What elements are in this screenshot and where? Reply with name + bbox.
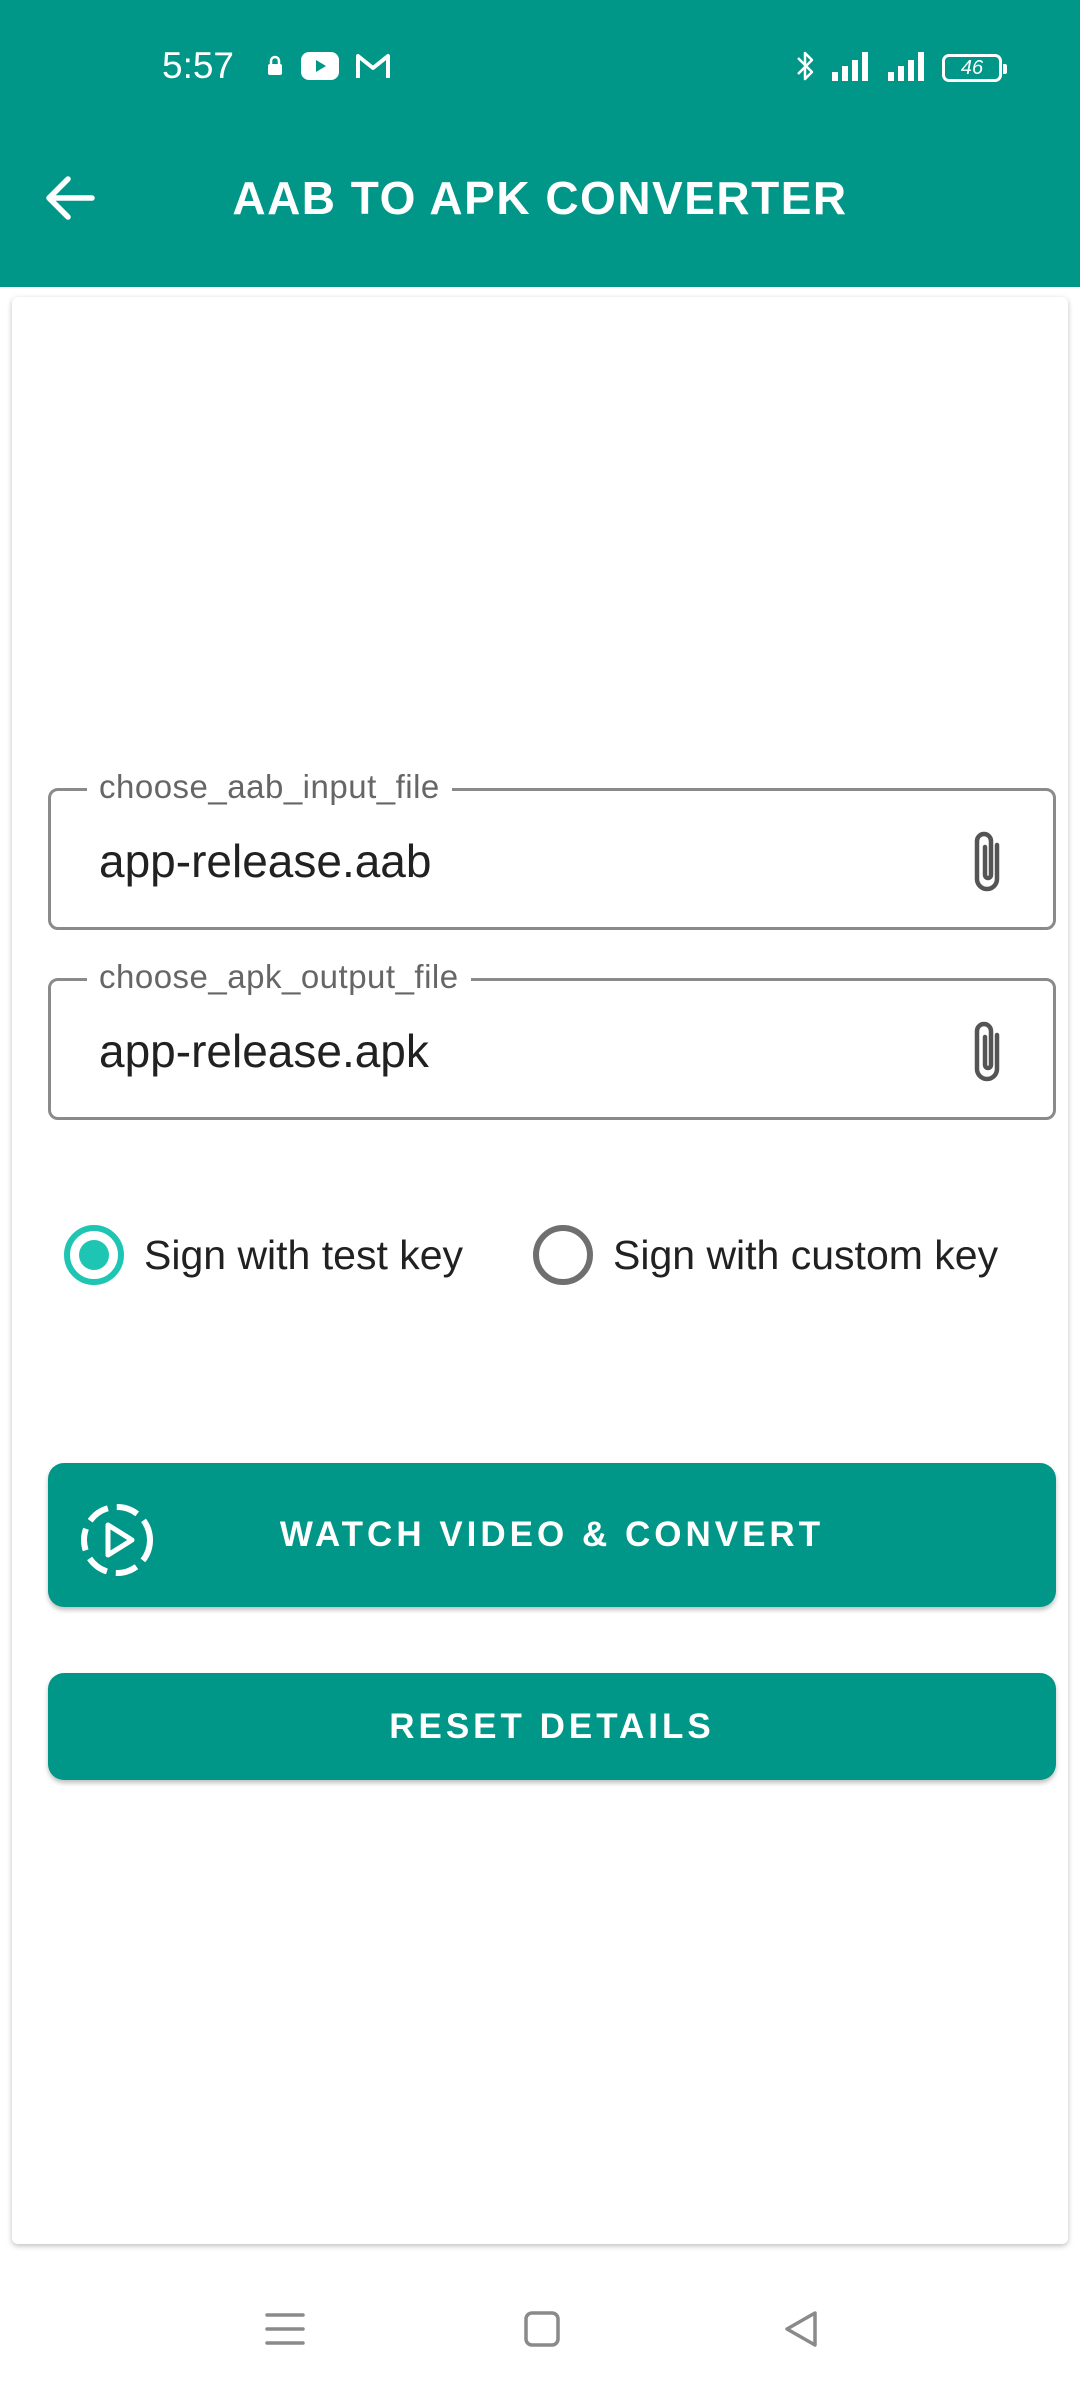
paperclip-icon[interactable] bbox=[963, 827, 1011, 897]
main-card: choose_aab_input_file app-release.aab ch… bbox=[12, 297, 1068, 2244]
status-system-icons: 46 bbox=[794, 46, 1007, 90]
status-time: 5:57 bbox=[162, 45, 235, 86]
watch-video-convert-button[interactable]: WATCH VIDEO & CONVERT bbox=[48, 1463, 1056, 1607]
apk-output-field[interactable]: choose_apk_output_file app-release.apk bbox=[48, 953, 1056, 1120]
menu-icon[interactable] bbox=[240, 2284, 330, 2374]
apk-output-value: app-release.apk bbox=[99, 1025, 429, 1077]
status-notification-icons bbox=[265, 46, 391, 90]
battery-level: 46 bbox=[960, 56, 984, 79]
youtube-icon bbox=[301, 51, 339, 85]
home-icon[interactable] bbox=[497, 2284, 587, 2374]
signing-options: Sign with test key Sign with custom key bbox=[64, 1222, 1044, 1288]
radio-label: Sign with custom key bbox=[613, 1232, 999, 1278]
battery-icon: 46 bbox=[942, 54, 1007, 82]
aab-input-label: choose_aab_input_file bbox=[87, 763, 452, 811]
radio-sign-custom-key[interactable]: Sign with custom key bbox=[533, 1222, 998, 1288]
app-title: AAB TO APK CONVERTER bbox=[232, 172, 848, 224]
apk-output-label: choose_apk_output_file bbox=[87, 953, 471, 1001]
paperclip-icon[interactable] bbox=[963, 1017, 1011, 1087]
reset-details-button[interactable]: RESET DETAILS bbox=[48, 1673, 1056, 1780]
system-nav-bar bbox=[0, 2254, 1080, 2400]
notification-lock-icon bbox=[265, 55, 285, 82]
gmail-icon bbox=[355, 52, 391, 85]
reset-button-label: RESET DETAILS bbox=[389, 1706, 715, 1746]
aab-input-value: app-release.aab bbox=[99, 835, 432, 887]
app-bar: 5:57 46 AAB TO APK CONVERTER bbox=[0, 0, 1080, 287]
radio-checked-icon bbox=[64, 1225, 124, 1285]
convert-button-label: WATCH VIDEO & CONVERT bbox=[279, 1515, 825, 1554]
radio-sign-test-key[interactable]: Sign with test key bbox=[64, 1222, 463, 1288]
radio-unchecked-icon bbox=[533, 1225, 593, 1285]
signal-icon bbox=[830, 50, 874, 87]
radio-label: Sign with test key bbox=[144, 1232, 464, 1278]
back-triangle-icon[interactable] bbox=[756, 2284, 846, 2374]
play-circle-dashed-icon bbox=[78, 1501, 156, 1579]
bluetooth-icon bbox=[794, 48, 818, 89]
signal-icon bbox=[886, 50, 930, 87]
status-bar: 5:57 46 bbox=[0, 0, 1080, 136]
aab-input-field[interactable]: choose_aab_input_file app-release.aab bbox=[48, 763, 1056, 930]
